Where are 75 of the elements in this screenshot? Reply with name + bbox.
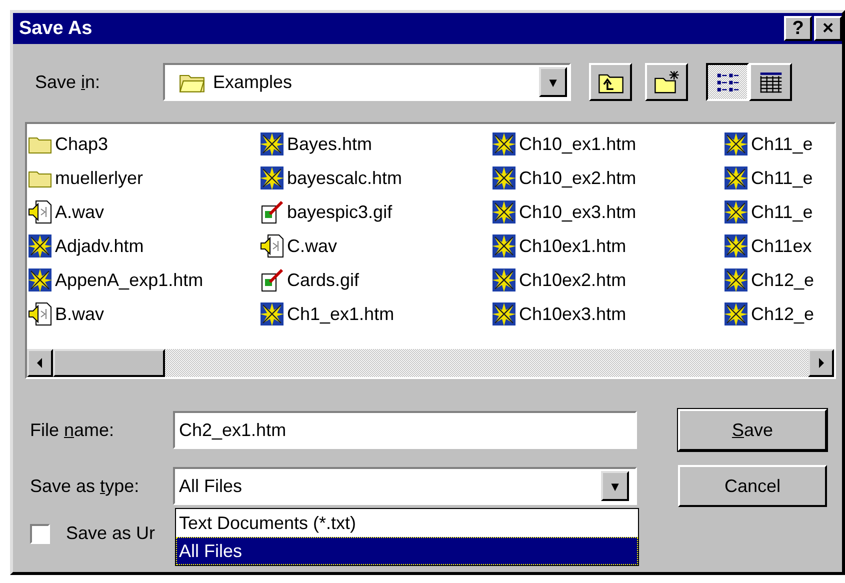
- file-item[interactable]: Ch10_ex3.htm: [492, 195, 724, 229]
- file-item[interactable]: bayescalc.htm: [260, 161, 492, 195]
- dropdown-arrow-button[interactable]: ▼: [601, 471, 629, 501]
- help-button[interactable]: ?: [784, 16, 812, 41]
- dropdown-option[interactable]: Text Documents (*.txt): [176, 509, 638, 537]
- save-in-label: Save in:: [35, 72, 102, 92]
- file-item[interactable]: Ch12_e: [724, 263, 824, 297]
- file-item[interactable]: Ch1_ex1.htm: [260, 297, 492, 331]
- file-item[interactable]: Ch10_ex1.htm: [492, 127, 724, 161]
- starburst-icon: [492, 268, 516, 292]
- starburst-icon: [492, 302, 516, 326]
- file-item[interactable]: Cards.gif: [260, 263, 492, 297]
- starburst-icon: [724, 302, 748, 326]
- file-item[interactable]: Ch10ex2.htm: [492, 263, 724, 297]
- starburst-icon: [492, 200, 516, 224]
- starburst-icon: [724, 132, 748, 156]
- starburst-icon: [492, 166, 516, 190]
- file-item[interactable]: Ch10ex3.htm: [492, 297, 724, 331]
- file-item[interactable]: Ch11_e: [724, 195, 824, 229]
- save-as-type-label: Save as type:: [30, 476, 140, 496]
- file-item[interactable]: Ch12_e: [724, 297, 824, 331]
- file-item[interactable]: Bayes.htm: [260, 127, 492, 161]
- list-view-button[interactable]: [706, 63, 749, 101]
- file-item[interactable]: B.wav: [28, 297, 260, 331]
- save-button[interactable]: Save: [678, 409, 827, 451]
- file-item[interactable]: A.wav: [28, 195, 260, 229]
- new-folder-button[interactable]: [645, 63, 688, 101]
- starburst-icon: [260, 132, 284, 156]
- speaker-document-icon: [260, 234, 284, 258]
- starburst-icon: [492, 132, 516, 156]
- file-item[interactable]: AppenA_exp1.htm: [28, 263, 260, 297]
- starburst-icon: [724, 268, 748, 292]
- scroll-left-button[interactable]: [27, 349, 53, 377]
- file-item[interactable]: Adjadv.htm: [28, 229, 260, 263]
- details-view-icon: [758, 70, 784, 94]
- file-name-field[interactable]: Ch2_ex1.htm: [173, 411, 637, 449]
- file-item[interactable]: Ch11_e: [724, 127, 824, 161]
- window-title: Save As: [19, 18, 92, 40]
- cancel-button[interactable]: Cancel: [678, 465, 827, 507]
- dropdown-value: Examples: [213, 72, 294, 92]
- file-item[interactable]: Ch10_ex2.htm: [492, 161, 724, 195]
- save-in-dropdown[interactable]: Examples ▼: [163, 63, 571, 101]
- starburst-icon: [260, 166, 284, 190]
- left-arrow-icon: [36, 357, 44, 369]
- starburst-icon: [260, 302, 284, 326]
- checkbox-label: Save as Ur: [66, 523, 156, 544]
- starburst-icon: [492, 234, 516, 258]
- file-item[interactable]: bayespic3.gif: [260, 195, 492, 229]
- file-item[interactable]: muellerlyer: [28, 161, 260, 195]
- starburst-icon: [724, 166, 748, 190]
- horizontal-scrollbar[interactable]: [27, 349, 834, 377]
- starburst-icon: [28, 268, 52, 292]
- file-item[interactable]: Ch11ex: [724, 229, 824, 263]
- starburst-icon: [28, 234, 52, 258]
- file-item[interactable]: Chap3: [28, 127, 260, 161]
- details-view-button[interactable]: [749, 63, 792, 101]
- speaker-document-icon: [28, 302, 52, 326]
- file-item[interactable]: Ch11_e: [724, 161, 824, 195]
- file-item[interactable]: C.wav: [260, 229, 492, 263]
- up-folder-button[interactable]: [589, 63, 632, 101]
- new-folder-icon: [654, 70, 680, 94]
- close-button[interactable]: ×: [814, 16, 842, 41]
- dropdown-option[interactable]: All Files: [176, 537, 638, 565]
- scroll-right-button[interactable]: [808, 349, 834, 377]
- file-name-label: File name:: [30, 420, 116, 440]
- scrollbar-thumb[interactable]: [53, 349, 165, 377]
- document-pencil-icon: [260, 268, 284, 292]
- right-arrow-icon: [817, 357, 825, 369]
- starburst-icon: [724, 234, 748, 258]
- speaker-document-icon: [28, 200, 52, 224]
- file-item[interactable]: Ch10ex1.htm: [492, 229, 724, 263]
- dropdown-arrow-button[interactable]: ▼: [539, 67, 567, 97]
- starburst-icon: [724, 200, 748, 224]
- checkbox[interactable]: [30, 524, 50, 544]
- document-pencil-icon: [260, 200, 284, 224]
